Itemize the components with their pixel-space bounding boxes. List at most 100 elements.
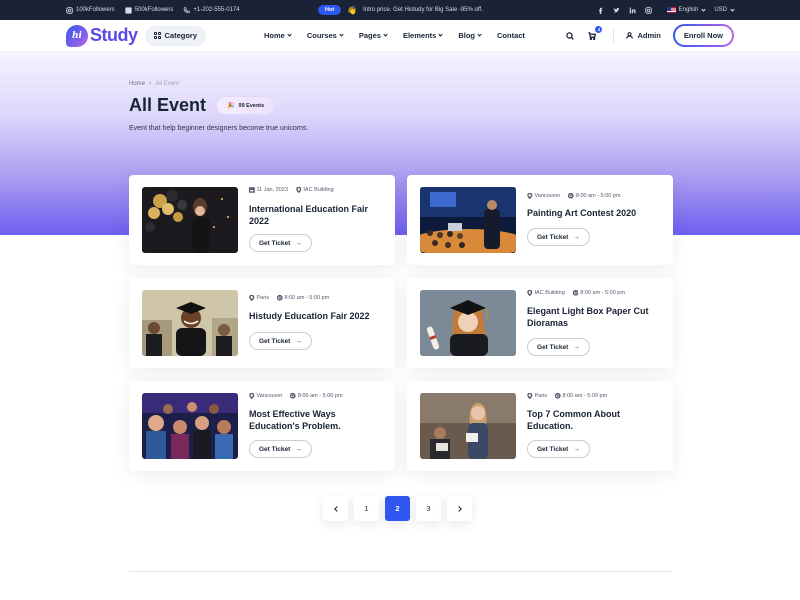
facebook-icon[interactable]: [597, 7, 604, 14]
arrow-right-icon: →: [573, 233, 580, 241]
nav-item-pages[interactable]: Pages: [359, 31, 388, 40]
party-popper-icon: 🎉: [227, 103, 235, 109]
event-card: Paris 8:00 am - 5:00 pm Histudy Educatio…: [129, 278, 395, 368]
search-button[interactable]: [565, 31, 575, 41]
map-pin-icon: [527, 193, 533, 199]
twitter-icon[interactable]: [613, 7, 620, 14]
grid-icon: [153, 32, 161, 39]
clock-icon: [277, 295, 283, 301]
event-time: 8:00 am - 5:00 pm: [562, 393, 608, 399]
event-title[interactable]: Most Effective Ways Education's Problem.: [249, 409, 385, 432]
event-meta: Paris 8:00 am - 5:00 pm: [527, 393, 607, 399]
chevron-down-icon: [383, 32, 388, 37]
event-thumbnail[interactable]: [420, 290, 516, 356]
get-ticket-button[interactable]: Get Ticket →: [527, 228, 590, 246]
event-thumbnail[interactable]: [142, 187, 238, 253]
main-header: hi Study Category Home Courses Pages Ele…: [0, 20, 800, 52]
event-title[interactable]: Top 7 Common About Education.: [527, 409, 663, 432]
map-pin-icon: [527, 290, 533, 296]
pagination-page[interactable]: 1: [354, 496, 379, 521]
language-selector[interactable]: English: [666, 6, 706, 13]
facebook-icon: [125, 6, 132, 14]
hero-banner: Home › All Event All Event 🎉 99 Events E…: [0, 52, 800, 235]
instagram-followers[interactable]: 100kFollowers: [66, 6, 115, 14]
get-ticket-button[interactable]: Get Ticket →: [249, 332, 312, 350]
admin-menu[interactable]: Admin: [626, 31, 661, 40]
chevron-down-icon: [701, 6, 706, 12]
pagination-page[interactable]: 3: [416, 496, 441, 521]
phone-icon: [184, 6, 191, 13]
event-title[interactable]: Elegant Light Box Paper Cut Dioramas: [527, 306, 663, 329]
clock-icon: [555, 393, 561, 399]
arrow-right-icon: →: [295, 445, 302, 453]
event-meta: Vancouver 8:00 am - 5:00 pm: [527, 193, 621, 199]
cart-button[interactable]: 4: [587, 25, 603, 41]
event-card: 11 Jan, 2023 IAC Building International …: [129, 175, 395, 265]
breadcrumb-separator: ›: [149, 80, 152, 87]
instagram-icon: [66, 6, 73, 14]
breadcrumb-home[interactable]: Home: [129, 81, 145, 87]
event-title[interactable]: Histudy Education Fair 2022: [249, 311, 385, 323]
event-title[interactable]: Painting Art Contest 2020: [527, 208, 663, 220]
event-card: Vancouver 8:00 am - 5:00 pm Painting Art…: [407, 175, 673, 265]
event-location: Vancouver: [534, 193, 561, 199]
nav-item-home[interactable]: Home: [264, 31, 292, 40]
get-ticket-button[interactable]: Get Ticket →: [527, 338, 590, 356]
nav-item-blog[interactable]: Blog: [458, 31, 482, 40]
event-meta: Paris 8:00 am - 5:00 pm: [249, 295, 329, 301]
events-count-badge: 🎉 99 Events: [216, 96, 276, 115]
phone-link[interactable]: +1-202-555-0174: [183, 6, 240, 14]
category-button[interactable]: Category: [144, 25, 207, 46]
event-time: 8:00 am - 5:00 pm: [575, 193, 621, 199]
divider: [613, 28, 615, 43]
facebook-followers[interactable]: 500kFollowers: [125, 6, 174, 14]
clock-icon: [568, 193, 574, 199]
event-card: Paris 8:00 am - 5:00 pm Top 7 Common Abo…: [407, 381, 673, 471]
pagination-page-active[interactable]: 2: [385, 496, 410, 521]
pagination-next-button[interactable]: [447, 496, 472, 521]
event-thumbnail[interactable]: [420, 393, 516, 459]
event-thumbnail[interactable]: [142, 393, 238, 459]
nav-item-courses[interactable]: Courses: [307, 31, 344, 40]
chevron-down-icon: [438, 32, 443, 37]
get-ticket-button[interactable]: Get Ticket →: [527, 440, 590, 458]
calendar-icon: [249, 187, 255, 193]
arrow-right-icon: →: [573, 445, 580, 453]
instagram-icon[interactable]: [644, 6, 652, 14]
language-label: English: [678, 7, 699, 13]
nav-item-elements[interactable]: Elements: [403, 31, 443, 40]
cart-icon: [588, 31, 597, 40]
chevron-down-icon: [477, 32, 482, 37]
event-location: Paris: [256, 295, 270, 301]
event-thumbnail[interactable]: [142, 290, 238, 356]
balloons-party-image: [142, 187, 238, 253]
top-bar: 100kFollowers 500kFollowers +1-202-555-0…: [0, 0, 800, 20]
category-label: Category: [164, 31, 198, 40]
pagination-prev-button[interactable]: [323, 496, 348, 521]
logo[interactable]: hi Study: [66, 24, 138, 47]
promo-text: Intro price. Get Histudy for Big Sale -9…: [363, 7, 483, 13]
graduate-diploma-image: [420, 290, 516, 356]
followers-count-2: 500kFollowers: [134, 7, 174, 13]
pagination: 1 2 3: [323, 496, 472, 521]
get-ticket-button[interactable]: Get Ticket →: [249, 440, 312, 458]
event-time: 8:00 am - 5:00 pm: [297, 393, 343, 399]
event-title[interactable]: International Education Fair 2022: [249, 204, 385, 227]
event-location: Vancouver: [256, 393, 283, 399]
footer-divider: [129, 571, 672, 572]
promo-banner: Hot 👋 Intro price. Get Histudy for Big S…: [318, 5, 483, 15]
chevron-left-icon: [333, 505, 340, 512]
currency-label: USD: [714, 7, 727, 13]
admin-label: Admin: [637, 31, 661, 40]
linkedin-icon[interactable]: [629, 7, 636, 14]
event-thumbnail[interactable]: [420, 187, 516, 253]
enroll-now-button[interactable]: Enroll Now: [672, 24, 734, 47]
nav-item-contact[interactable]: Contact: [497, 31, 525, 40]
event-date: 11 Jan, 2023: [256, 187, 288, 193]
get-ticket-button[interactable]: Get Ticket →: [249, 234, 312, 252]
map-pin-icon: [527, 393, 533, 399]
arrow-right-icon: →: [295, 337, 302, 345]
arrow-right-icon: →: [295, 239, 302, 247]
currency-selector[interactable]: USD: [714, 6, 735, 13]
hot-badge: Hot: [318, 5, 342, 15]
